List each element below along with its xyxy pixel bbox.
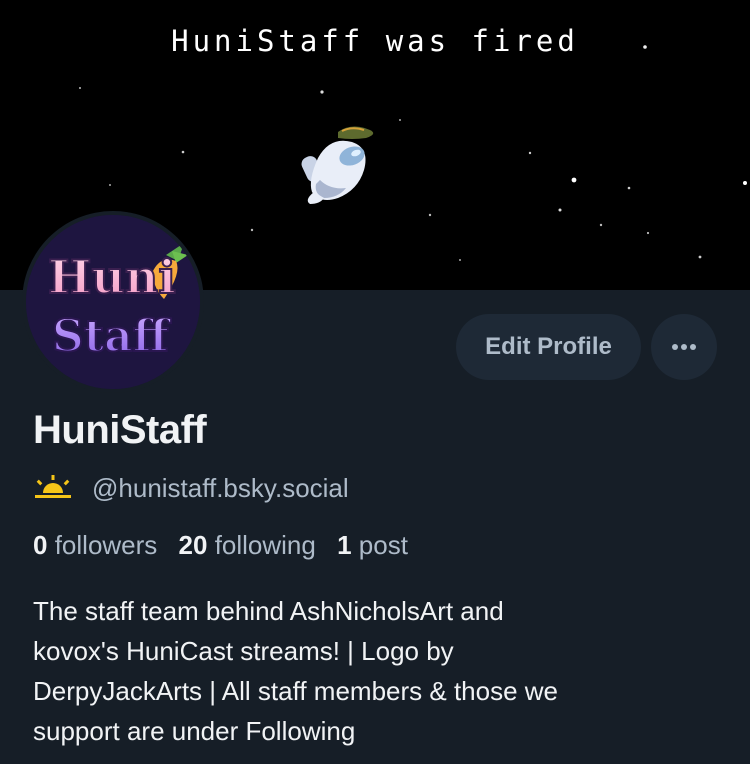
following-link[interactable]: 20 following: [179, 530, 316, 560]
more-options-button[interactable]: [651, 314, 717, 380]
display-name: HuniStaff: [33, 408, 207, 452]
handle-row: @hunistaff.bsky.social: [33, 471, 349, 505]
avatar-image: Huni Staff: [26, 215, 200, 389]
followers-count: 0: [33, 530, 48, 560]
following-label: following: [214, 530, 316, 560]
bio-line: support are under Following: [33, 716, 356, 746]
profile-stats: 0 followers 20 following 1 post: [33, 530, 422, 561]
sunrise-icon: [35, 475, 71, 498]
posts-label: post: [358, 530, 408, 560]
profile-bio: The staff team behind AshNicholsArt and …: [33, 591, 723, 751]
bio-line: The staff team behind AshNicholsArt and: [33, 596, 504, 626]
profile-page: HuniStaff was fired Huni Staff Edit Prof…: [0, 0, 750, 764]
logo-text-top: Huni: [48, 250, 176, 304]
banner-caption: HuniStaff was fired: [171, 24, 579, 58]
posts-stat: 1 post: [337, 530, 408, 560]
posts-count: 1: [337, 530, 352, 560]
hunistaff-logo: Huni Staff: [26, 215, 200, 389]
avatar[interactable]: Huni Staff: [22, 211, 204, 393]
crewmate-icon: [301, 126, 374, 204]
edit-profile-button[interactable]: Edit Profile: [456, 314, 641, 380]
following-count: 20: [178, 530, 208, 560]
ellipsis-icon: [672, 344, 696, 350]
bio-line: kovox's HuniCast streams! | Logo by: [33, 636, 454, 666]
bio-line: DerpyJackArts | All staff members & thos…: [33, 676, 559, 706]
followers-label: followers: [54, 530, 158, 560]
logo-text-bottom: Staff: [52, 311, 172, 362]
followers-link[interactable]: 0 followers: [33, 530, 157, 560]
profile-handle[interactable]: @hunistaff.bsky.social: [92, 473, 349, 504]
